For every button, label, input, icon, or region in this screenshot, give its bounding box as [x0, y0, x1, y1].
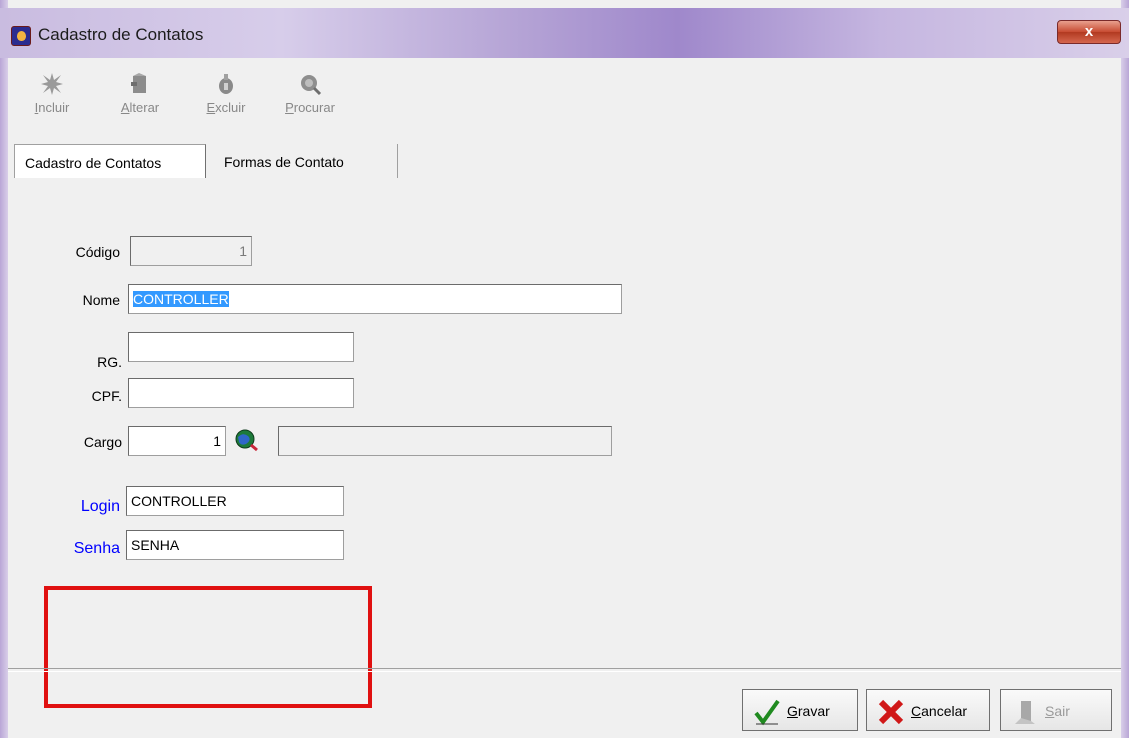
cargo-field[interactable]: 1 [128, 426, 226, 456]
exit-door-icon [1015, 701, 1035, 724]
cpf-field[interactable] [128, 378, 354, 408]
incluir-label: Incluir [34, 100, 70, 115]
form-panel: Código 1 Nome CONTROLLER RG. CPF. Cargo … [8, 178, 1121, 708]
toolbar: Incluir Alterar Excluir Procurar [8, 58, 1121, 134]
sair-button[interactable]: Sair [1000, 689, 1112, 731]
search-icon [301, 75, 322, 96]
procurar-label: Procurar [285, 100, 335, 115]
sair-label: Sair [1045, 703, 1070, 719]
cancelar-label: Cancelar [911, 703, 968, 719]
checkmark-icon [754, 699, 780, 726]
cargo-label: Cargo [83, 434, 122, 450]
delete-icon [219, 74, 233, 94]
cpf-label: CPF. [91, 388, 122, 404]
tab-cadastro-de-contatos[interactable]: Cadastro de Contatos [14, 144, 206, 178]
rg-label: RG. [97, 354, 122, 370]
nome-label: Nome [82, 292, 120, 308]
codigo-label: Código [75, 244, 120, 260]
login-label: Login [80, 498, 120, 515]
cargo-description-field [278, 426, 612, 456]
senha-label: Senha [73, 540, 120, 557]
incluir-button[interactable]: Incluir [24, 66, 80, 130]
cancelar-button[interactable]: Cancelar [866, 689, 990, 731]
window-title: Cadastro de Contatos [38, 25, 204, 44]
window-frame-right [1121, 0, 1129, 738]
excluir-label: Excluir [206, 100, 246, 115]
client-area: Incluir Alterar Excluir Procurar Cadastr… [8, 58, 1121, 738]
excluir-button[interactable]: Excluir [198, 66, 254, 130]
senha-field[interactable]: SENHA [126, 530, 344, 560]
close-button[interactable]: x [1057, 20, 1121, 44]
gravar-label: Gravar [787, 703, 830, 719]
app-icon [11, 26, 31, 46]
main-window: Cadastro de Contatos x Incluir Alterar E… [0, 0, 1129, 738]
procurar-button[interactable]: Procurar [282, 66, 338, 130]
login-field[interactable]: CONTROLLER [126, 486, 344, 516]
nome-field[interactable]: CONTROLLER [128, 284, 622, 314]
globe-search-icon[interactable] [234, 428, 260, 452]
tab-strip: Cadastro de Contatos Formas de Contato [8, 144, 1121, 178]
title-bar[interactable]: Cadastro de Contatos x [0, 8, 1129, 58]
rg-field[interactable] [128, 332, 354, 362]
window-frame-left [0, 0, 8, 738]
bottom-button-bar: Gravar Cancelar Sair [8, 668, 1121, 738]
codigo-field[interactable]: 1 [130, 236, 252, 266]
alterar-button[interactable]: Alterar [112, 66, 168, 130]
nome-value: CONTROLLER [133, 291, 229, 307]
gravar-button[interactable]: Gravar [742, 689, 858, 731]
cancel-x-icon [878, 699, 904, 725]
edit-icon [131, 73, 146, 93]
spark-icon [41, 73, 63, 95]
alterar-label: Alterar [120, 100, 160, 115]
tab-formas-de-contato[interactable]: Formas de Contato [214, 144, 398, 178]
